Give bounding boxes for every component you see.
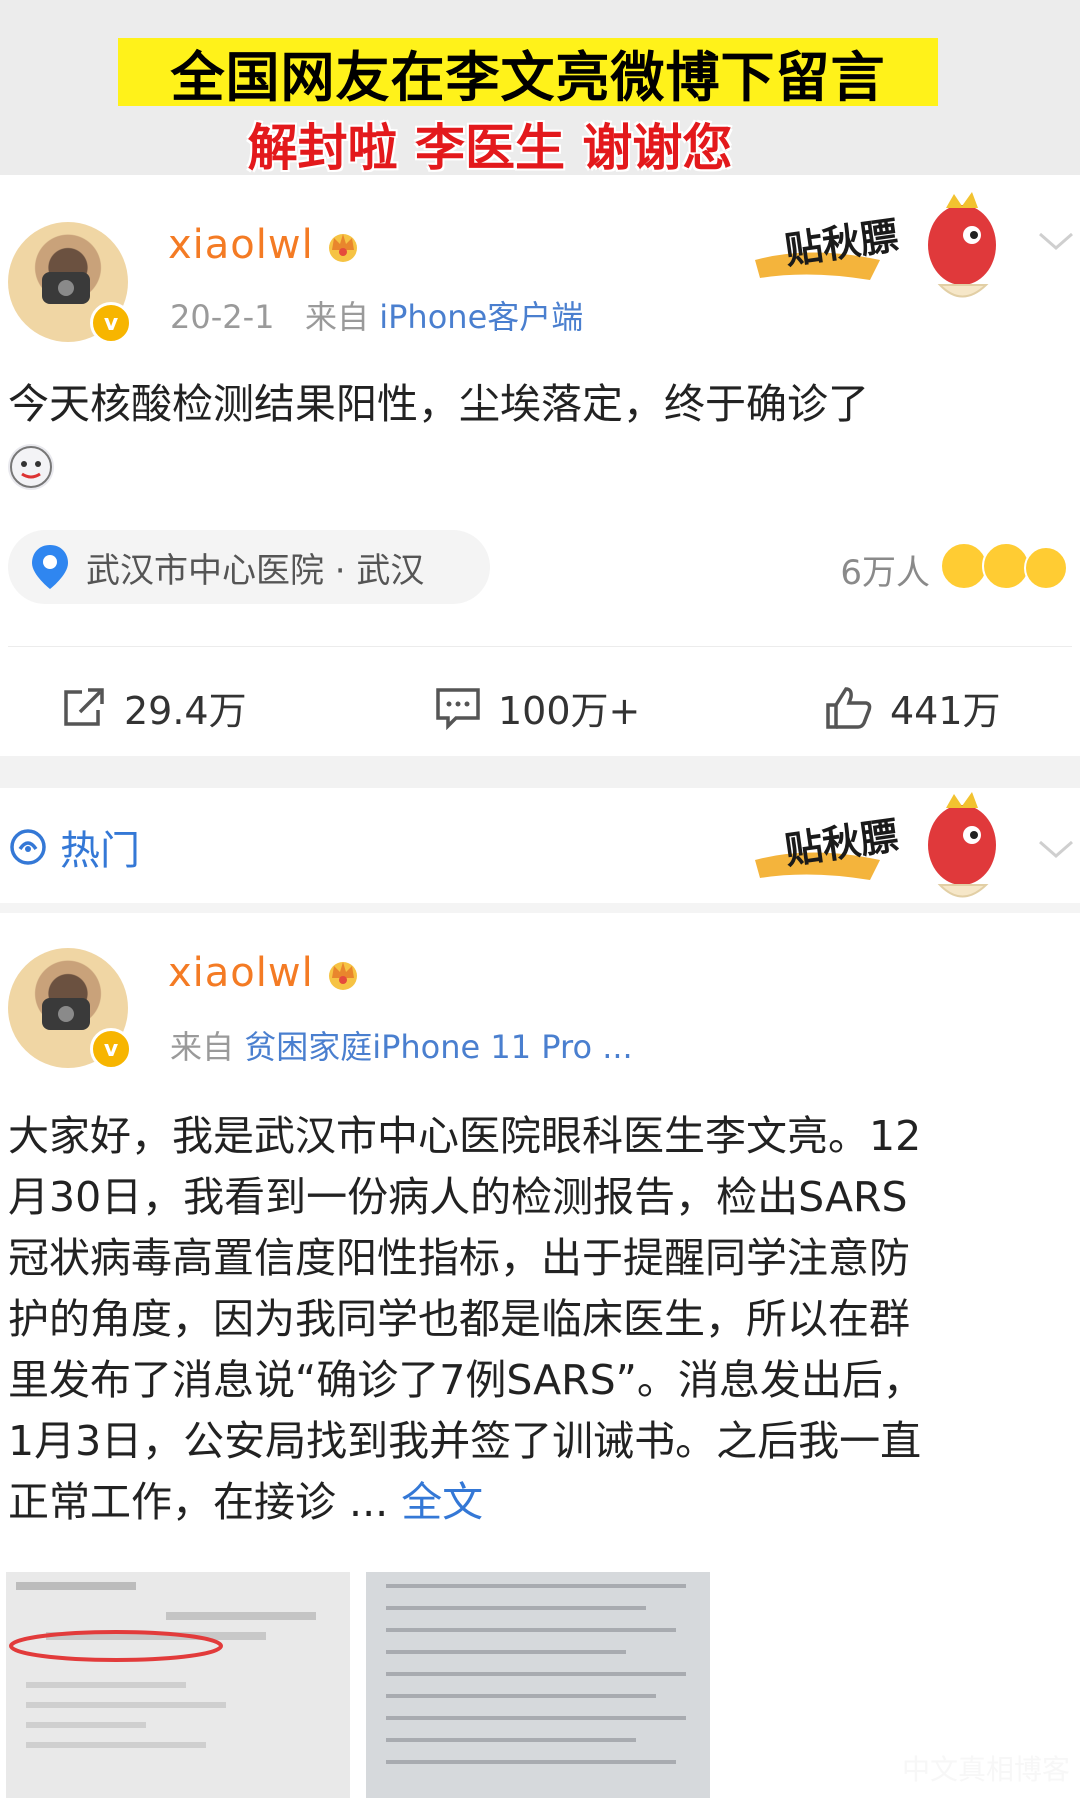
- location-label: 武汉市中心医院 · 武汉: [86, 550, 425, 591]
- post-line: 冠状病毒高置信度阳性指标，出于提醒同学注意防: [8, 1234, 910, 1282]
- post1-user-row: xiaolwl: [168, 222, 362, 268]
- banner-subtitle: 解封啦 李医生 谢谢您: [247, 119, 733, 177]
- verified-icon: v: [90, 1028, 132, 1070]
- hot-label: 热门: [60, 828, 140, 874]
- from-label: 来自: [170, 1028, 235, 1066]
- from-label: 来自: [305, 298, 370, 336]
- sticker-badge[interactable]: 贴秋膘: [750, 790, 1000, 910]
- dog-emoji-icon: [8, 444, 54, 490]
- avatar[interactable]: v: [8, 948, 132, 1070]
- post-line: 里发布了消息说“确诊了7例SARS”。消息发出后，: [8, 1356, 924, 1404]
- banner-title: 全国网友在李文亮微博下留言: [118, 38, 938, 109]
- camera-shape: [42, 272, 90, 304]
- chevron-down-icon[interactable]: [1036, 830, 1076, 871]
- document-photo: [6, 1572, 350, 1798]
- repost-button[interactable]: 29.4万: [60, 680, 247, 735]
- laughing-emoji-icon[interactable]: [982, 542, 1030, 590]
- verified-icon: v: [90, 302, 132, 344]
- like-icon: [826, 686, 872, 729]
- watermark: 中文真相博客: [901, 1753, 1070, 1786]
- comment-count: 100万+: [498, 689, 641, 733]
- post2-user-row: xiaolwl: [168, 950, 362, 996]
- crown-icon: [328, 234, 357, 262]
- repost-icon: [64, 687, 104, 726]
- post-line-last: 正常工作，在接诊 ... 全文: [8, 1472, 1072, 1533]
- sad-emoji-icon[interactable]: [1024, 546, 1068, 590]
- full-text-link[interactable]: 全文: [401, 1478, 483, 1526]
- post-source[interactable]: 贫困家庭iPhone 11 Pro ...: [244, 1028, 633, 1066]
- post-line: 护的角度，因为我同学也都是临床医生，所以在群: [8, 1295, 910, 1343]
- post-line: 1月3日，公安局找到我并签了训诫书。之后我一直: [8, 1417, 922, 1465]
- hot-tab[interactable]: 热门: [8, 818, 140, 876]
- post-date: 20-2-1: [170, 298, 275, 336]
- post-image[interactable]: [6, 1572, 350, 1798]
- chevron-down-icon[interactable]: [1036, 222, 1076, 263]
- post1-meta: 20-2-1 来自 iPhone客户端: [170, 292, 583, 338]
- post1-text: 今天核酸检测结果阳性，尘埃落定，终于确诊了: [8, 380, 869, 428]
- location-pin-icon: [32, 545, 68, 589]
- document-photo: [366, 1572, 710, 1798]
- comment-button[interactable]: 100万+: [434, 680, 640, 735]
- post-line: 正常工作，在接诊 ...: [8, 1478, 389, 1526]
- divider: [8, 646, 1072, 647]
- username[interactable]: xiaolwl: [168, 222, 314, 268]
- sticker-badge[interactable]: 贴秋膘: [750, 190, 1000, 310]
- location-chip[interactable]: 武汉市中心医院 · 武汉: [8, 530, 490, 604]
- like-button[interactable]: 441万: [824, 680, 1001, 735]
- post-line: 月30日，我看到一份病人的检测报告，检出SARS: [8, 1173, 908, 1221]
- post-image[interactable]: [366, 1572, 710, 1798]
- hot-icon: [10, 829, 46, 865]
- avatar[interactable]: v: [8, 222, 132, 344]
- surprised-emoji-icon[interactable]: [940, 542, 988, 590]
- section-separator: [0, 903, 1080, 913]
- like-count: 441万: [890, 689, 1001, 733]
- post2-meta: 来自 贫困家庭iPhone 11 Pro ...: [170, 1022, 633, 1068]
- reaction-count: 6万人: [840, 553, 930, 593]
- comment-icon: [436, 687, 480, 730]
- camera-shape: [42, 998, 90, 1030]
- post-source[interactable]: iPhone客户端: [379, 298, 583, 336]
- post-line: 大家好，我是武汉市中心医院眼科医生李文亮。12: [8, 1112, 922, 1160]
- post2-body: 大家好，我是武汉市中心医院眼科医生李文亮。12 月30日，我看到一份病人的检测报…: [8, 1106, 1072, 1533]
- username[interactable]: xiaolwl: [168, 950, 314, 996]
- repost-count: 29.4万: [124, 689, 247, 733]
- section-separator: [0, 756, 1080, 788]
- crown-icon: [328, 962, 357, 990]
